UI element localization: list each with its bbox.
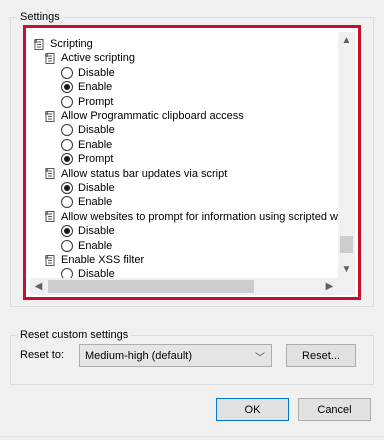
horizontal-scrollbar[interactable]: ◀ ▶ [30, 278, 338, 295]
reset-group-label: Reset custom settings [17, 329, 132, 342]
settings-item-icon [45, 254, 55, 266]
tree-setting: Allow Programmatic clipboard access [45, 109, 244, 123]
vertical-scroll-thumb[interactable] [340, 236, 353, 253]
radio-unchecked[interactable] [61, 268, 73, 278]
tree-setting: Active scripting [45, 51, 135, 65]
tree-row-label: Enable [78, 81, 113, 94]
tree-setting: Allow websites to prompt for information… [45, 210, 338, 224]
tree-row-label: Disable [78, 225, 115, 238]
radio-unchecked[interactable] [61, 196, 73, 209]
radio-option[interactable]: Disable [61, 181, 115, 195]
settings-tree-highlight: Scripting Active scripting Disable Enable Pr… [23, 25, 361, 300]
radio-dot [64, 185, 70, 191]
radio-option[interactable]: Prompt [61, 152, 113, 166]
reset-level-value: Medium-high (default) [85, 349, 192, 362]
reset-button[interactable]: Reset... [286, 344, 356, 367]
tree-row-label: Disable [78, 66, 115, 79]
cancel-button[interactable]: Cancel [298, 398, 371, 421]
reset-to-label: Reset to: [20, 349, 65, 361]
radio-option[interactable]: Disable [61, 224, 115, 238]
tree-row-label: Disable [78, 182, 115, 194]
radio-unchecked[interactable] [61, 124, 73, 137]
radio-option[interactable]: Enable [61, 195, 112, 209]
settings-item-icon [45, 110, 55, 122]
scroll-corner [338, 278, 355, 295]
tree-category: Scripting [34, 37, 93, 51]
horizontal-scroll-thumb[interactable] [48, 280, 254, 293]
tree-setting: Allow status bar updates via script [45, 167, 227, 181]
chevron-up-icon[interactable]: ▲ [338, 32, 355, 49]
radio-option[interactable]: Disable [61, 123, 115, 137]
radio-dot [64, 228, 70, 235]
tree-row-label: Enable XSS filter [61, 254, 145, 266]
radio-option[interactable]: Disable [61, 66, 115, 80]
tree-row-label: Enable [78, 196, 113, 209]
radio-checked[interactable] [61, 81, 73, 94]
tree-row-label: Allow Programmatic clipboard access [61, 110, 244, 122]
tree-row-label: Scripting [50, 38, 93, 50]
radio-option[interactable]: Prompt [61, 95, 113, 109]
radio-option[interactable]: Enable [61, 80, 112, 94]
radio-dot [64, 156, 70, 163]
radio-dot [64, 84, 70, 91]
settings-item-icon [45, 211, 55, 223]
chevron-left-icon[interactable]: ◀ [30, 278, 47, 295]
tree-row-label: Disable [78, 124, 115, 137]
tree-row-label: Enable [78, 138, 113, 151]
radio-option[interactable]: Disable [61, 267, 115, 278]
tree-row-label: Allow websites to prompt for information… [61, 210, 338, 223]
radio-option[interactable]: Enable [61, 138, 112, 152]
chevron-down-icon[interactable]: ▼ [338, 261, 355, 278]
radio-unchecked[interactable] [61, 95, 73, 108]
tree-row-label: Active scripting [61, 52, 135, 65]
tree-row-label: Prompt [78, 95, 114, 108]
radio-option[interactable]: Enable [61, 239, 112, 253]
reset-level-select[interactable]: Medium-high (default) ﹀ [79, 344, 272, 367]
radio-checked[interactable] [61, 182, 73, 194]
radio-unchecked[interactable] [61, 239, 73, 252]
settings-item-icon [45, 52, 55, 64]
radio-checked[interactable] [61, 153, 73, 166]
ok-button[interactable]: OK [216, 398, 289, 421]
tree-row-label: Disable [78, 268, 115, 278]
radio-unchecked[interactable] [61, 138, 73, 151]
radio-unchecked[interactable] [61, 66, 73, 79]
settings-tree[interactable]: Scripting Active scripting Disable Enable Pr… [30, 32, 338, 278]
vertical-scrollbar[interactable]: ▲ ▼ [338, 32, 355, 278]
chevron-down-icon: ﹀ [255, 353, 265, 364]
dialog-bottom-edge [0, 436, 384, 437]
tree-row-label: Allow status bar updates via script [61, 167, 228, 180]
settings-category-icon [34, 38, 44, 50]
radio-checked[interactable] [61, 225, 73, 238]
settings-group-label: Settings [17, 11, 63, 24]
settings-item-icon [45, 168, 55, 180]
tree-row-label: Enable [78, 239, 113, 252]
tree-setting: Enable XSS filter [45, 253, 144, 267]
tree-row-label: Prompt [78, 153, 114, 166]
chevron-right-icon[interactable]: ▶ [321, 278, 338, 295]
